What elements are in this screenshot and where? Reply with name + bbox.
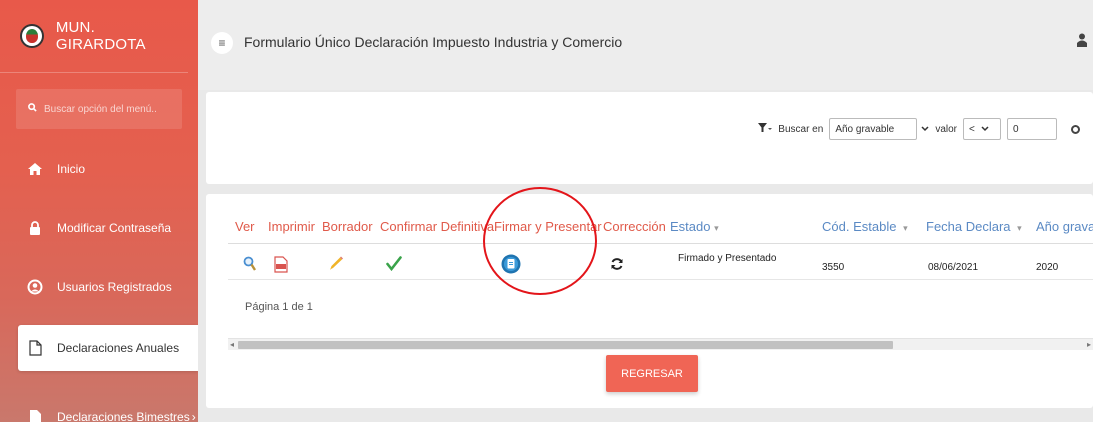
- search-toggle-icon[interactable]: [1071, 124, 1080, 134]
- sidebar-item-declaraciones-bimestres[interactable]: Declaraciones Bimestres ›: [0, 394, 198, 422]
- sort-icon: ▾: [714, 223, 719, 233]
- sidebar-item-usuarios-registrados[interactable]: Usuarios Registrados: [0, 264, 198, 310]
- scroll-right-icon[interactable]: ▸: [1087, 340, 1091, 349]
- header-cod-estable[interactable]: Cód. Estable ▾: [822, 219, 908, 234]
- header-imprimir: Imprimir: [268, 219, 315, 234]
- header-borrador: Borrador: [322, 219, 373, 234]
- anio-gravable-cell: 2020: [1036, 262, 1059, 273]
- back-button[interactable]: REGRESAR: [606, 355, 698, 392]
- sidebar-item-inicio[interactable]: Inicio: [0, 146, 198, 192]
- home-icon: [27, 161, 43, 177]
- sort-icon: ▾: [903, 223, 908, 233]
- header-label: Estado: [670, 219, 711, 234]
- chevron-down-icon[interactable]: [921, 124, 929, 135]
- view-search-icon[interactable]: [243, 256, 257, 275]
- menu-toggle-button[interactable]: ≡: [211, 32, 233, 54]
- header-label: Cód. Estable: [822, 219, 897, 234]
- header-ver: Ver: [235, 219, 255, 234]
- estado-cell: Firmado y Presentado: [678, 253, 777, 264]
- sidebar-item-label: Inicio: [57, 162, 86, 176]
- file-solid-icon: [27, 409, 43, 422]
- value-label: valor: [935, 123, 957, 135]
- filter-bar: Buscar en Año gravable valor < 0: [758, 118, 1093, 140]
- scrollbar-thumb[interactable]: [238, 341, 893, 349]
- row-divider: [228, 279, 1093, 280]
- search-icon: [28, 103, 37, 115]
- header-label: Fecha Declara: [926, 219, 1011, 234]
- cod-estable-cell: 3550: [822, 262, 845, 273]
- menu-search-input[interactable]: Buscar opción del menú..: [16, 89, 182, 129]
- topbar: ≡ Formulario Único Declaración Impuesto …: [198, 0, 1093, 90]
- file-outline-icon: [27, 340, 43, 356]
- filter-value-input[interactable]: 0: [1007, 118, 1057, 140]
- search-placeholder: Buscar opción del menú..: [44, 103, 157, 115]
- sidebar-item-label: Modificar Contraseña: [57, 221, 172, 235]
- lock-icon: [27, 220, 43, 236]
- filter-value-text: 0: [1013, 123, 1019, 135]
- user-circle-icon: [27, 279, 43, 295]
- search-field-value: Año gravable: [835, 123, 895, 135]
- scroll-left-icon[interactable]: ◂: [230, 340, 234, 349]
- operator-select[interactable]: <: [963, 118, 1001, 140]
- header-divider: [228, 243, 1093, 244]
- highlight-annotation-circle: [483, 187, 597, 295]
- sidebar-item-label: Declaraciones Anuales: [57, 341, 180, 355]
- filter-icon[interactable]: [758, 122, 773, 136]
- check-icon[interactable]: [386, 256, 402, 274]
- pencil-icon[interactable]: [328, 255, 344, 274]
- header-correccion: Corrección: [603, 219, 666, 234]
- pdf-icon[interactable]: [274, 256, 288, 276]
- app-title: MUN. GIRARDOTA: [55, 19, 146, 53]
- sidebar-item-modificar-contrasena[interactable]: Modificar Contraseña: [0, 205, 198, 251]
- chevron-down-icon: [981, 124, 989, 135]
- user-icon[interactable]: [1077, 33, 1087, 47]
- header-estado[interactable]: Estado ▾: [670, 219, 719, 234]
- fecha-declara-cell: 08/06/2021: [928, 262, 979, 273]
- refresh-icon[interactable]: [610, 257, 624, 274]
- sidebar-header: MUN. GIRARDOTA: [0, 0, 188, 73]
- sidebar: MUN. GIRARDOTA Buscar opción del menú.. …: [0, 0, 198, 422]
- sidebar-item-label: Declaraciones Bimestres: [57, 410, 190, 422]
- operator-value: <: [969, 123, 975, 135]
- pagination-text: Página 1 de 1: [245, 301, 313, 313]
- search-field-select[interactable]: Año gravable: [829, 118, 918, 140]
- sidebar-item-declaraciones-anuales[interactable]: Declaraciones Anuales: [18, 325, 198, 371]
- municipality-logo: [20, 24, 44, 48]
- header-confirmar-definitiva: Confirmar Definitiva: [380, 219, 495, 234]
- sort-icon: ▾: [1017, 223, 1022, 233]
- header-anio-gravable[interactable]: Año gravable: [1036, 219, 1093, 234]
- filter-card: Buscar en Año gravable valor < 0: [206, 92, 1093, 184]
- page-title: Formulario Único Declaración Impuesto In…: [244, 34, 623, 50]
- chevron-right-icon: ›: [191, 410, 196, 422]
- sidebar-item-label: Usuarios Registrados: [57, 280, 172, 294]
- horizontal-scrollbar[interactable]: ◂ ▸: [228, 338, 1093, 350]
- header-fecha-declara[interactable]: Fecha Declara ▾: [926, 219, 1022, 234]
- search-in-label: Buscar en: [778, 123, 824, 135]
